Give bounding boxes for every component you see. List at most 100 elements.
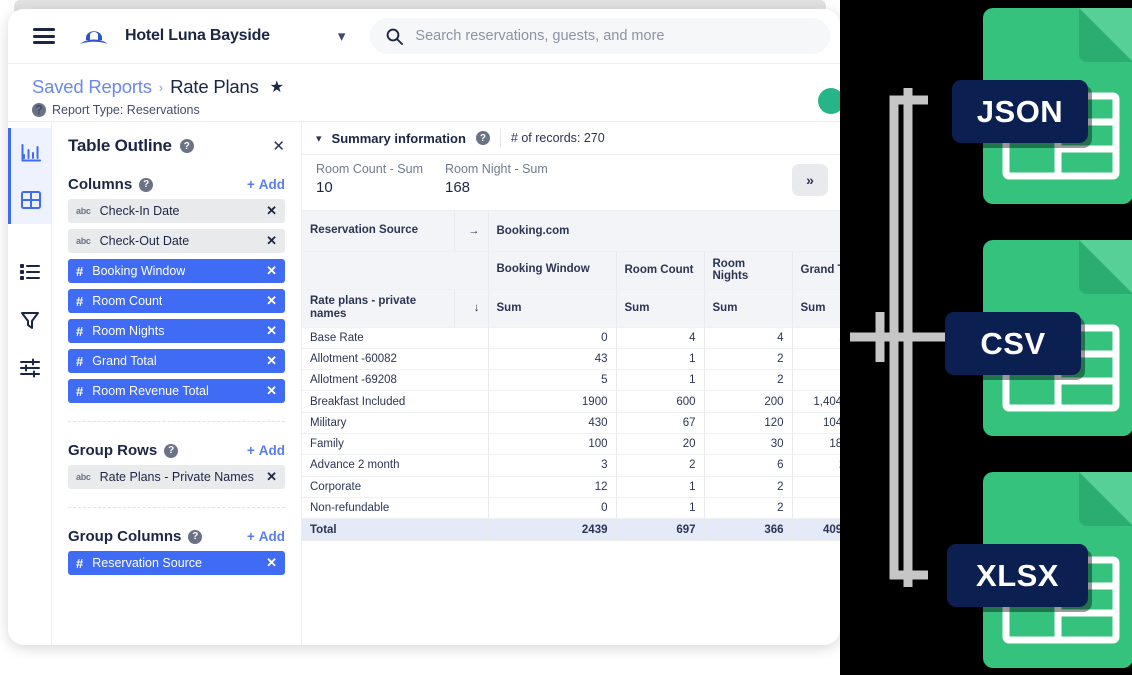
arrow-right-icon[interactable]: → (454, 211, 489, 252)
help-icon[interactable]: ? (139, 177, 154, 192)
cell-room-count: 1 (616, 348, 705, 371)
chip-type-tag: # (76, 353, 84, 369)
table-row[interactable]: Non-refundable 0 1 2 416.87 (302, 497, 840, 520)
column-chip-booking-window[interactable]: # Booking Window ✕ (68, 259, 285, 283)
app-header: Hotel Luna Bayside ▾ Search reservations… (8, 9, 840, 64)
table-outline-panel: Table Outline ? ✕ Columns ? + Add abc Ch… (52, 122, 302, 645)
table-row[interactable]: Family 100 20 30 18,559.71 (302, 433, 840, 456)
column-header-grand-total[interactable]: Grand Total (792, 251, 840, 290)
group-column-chip-reservation-source[interactable]: # Reservation Source ✕ (68, 551, 285, 575)
aggregate-header-row: Rate plans - private names ↓ Sum Sum Sum… (302, 289, 840, 328)
breadcrumb: Saved Reports › Rate Plans ★ ? Report Ty… (8, 64, 840, 122)
total-grand-total: 409,624.30 (792, 518, 840, 542)
chip-type-tag: # (76, 383, 84, 399)
cell-grand-total: 335.56 (792, 369, 840, 392)
chip-type-tag: abc (76, 236, 91, 246)
chip-label: Room Revenue Total (92, 384, 209, 398)
remove-icon[interactable]: ✕ (266, 353, 277, 369)
group-row-chip-rate-plans[interactable]: abc Rate Plans - Private Names ✕ (68, 465, 285, 489)
group-rows-section-header: Group Rows ? + Add (68, 442, 285, 459)
row-name: Advance 2 month (302, 454, 489, 477)
rail-item-list[interactable] (8, 248, 51, 296)
cell-booking-window: 43 (488, 348, 617, 371)
add-column-button[interactable]: + Add (247, 177, 285, 192)
column-chip-grand-total[interactable]: # Grand Total ✕ (68, 349, 285, 373)
help-icon[interactable]: ? (32, 103, 46, 117)
chevron-down-icon[interactable]: ▾ (338, 27, 346, 45)
help-icon[interactable]: ? (475, 131, 490, 145)
remove-icon[interactable]: ✕ (266, 263, 277, 279)
expand-panel-button[interactable]: » (792, 164, 828, 196)
chip-type-tag: abc (76, 472, 91, 482)
page-title: Rate Plans (170, 76, 259, 97)
table-row[interactable]: Base Rate 0 4 4 1219.20 (302, 327, 840, 349)
sliders-settings-icon (19, 358, 40, 378)
table-row[interactable]: Allotment -60082 43 1 2 349.58 (302, 348, 840, 371)
export-file-csv[interactable]: CSV (945, 240, 1132, 436)
format-label-text: JSON (976, 93, 1064, 129)
help-icon[interactable]: ? (164, 443, 179, 458)
rail-item-settings[interactable] (8, 344, 51, 392)
chip-label: Reservation Source (92, 556, 203, 570)
chevron-down-icon[interactable]: ▾ (316, 132, 322, 145)
table-row[interactable]: Military 430 67 120 104,971.24 (302, 412, 840, 434)
add-label: Add (258, 177, 285, 192)
group-column-value: Booking.com (488, 211, 840, 252)
table-row[interactable]: Corporate 12 1 2 915.20 (302, 476, 840, 498)
cell-room-count: 600 (616, 390, 705, 413)
remove-icon[interactable]: ✕ (266, 323, 277, 339)
column-chip-room-revenue-total[interactable]: # Room Revenue Total ✕ (68, 379, 285, 403)
row-name: Allotment -69208 (302, 369, 489, 392)
rail-item-table[interactable] (11, 176, 51, 224)
star-icon[interactable]: ★ (270, 77, 284, 97)
table-row[interactable]: Advance 2 month 3 2 6 2405.40 (302, 454, 840, 477)
cell-room-count: 20 (616, 433, 705, 456)
column-header-booking-window[interactable]: Booking Window (488, 251, 617, 290)
add-group-column-button[interactable]: + Add (247, 529, 285, 544)
help-icon[interactable]: ? (179, 139, 194, 153)
cell-grand-total: 18,559.71 (792, 433, 840, 456)
remove-icon[interactable]: ✕ (266, 555, 277, 571)
table-row[interactable]: Allotment -69208 5 1 2 335.56 (302, 369, 840, 392)
floating-action-button[interactable] (818, 88, 840, 114)
remove-icon[interactable]: ✕ (266, 233, 277, 249)
help-icon[interactable]: ? (188, 529, 203, 544)
column-chip-check-in-date[interactable]: abc Check-In Date ✕ (68, 199, 285, 223)
remove-icon[interactable]: ✕ (266, 203, 277, 219)
table-row[interactable]: Breakfast Included 1900 600 200 1,404,10… (302, 390, 840, 413)
report-table-area: ▾ Summary information ? # of records: 27… (302, 122, 840, 645)
cell-grand-total: 2405.40 (792, 454, 840, 477)
column-chip-room-nights[interactable]: # Room Nights ✕ (68, 319, 285, 343)
column-header-room-nights[interactable]: Room Nights (704, 251, 793, 290)
divider (68, 421, 285, 422)
format-label-badge: XLSX (947, 544, 1088, 607)
close-icon[interactable]: ✕ (272, 137, 285, 155)
breadcrumb-parent-link[interactable]: Saved Reports (32, 76, 152, 98)
breadcrumb-separator: › (158, 79, 164, 95)
rail-item-chart[interactable] (11, 128, 51, 176)
add-label: Add (258, 443, 285, 458)
search-input[interactable]: Search reservations, guests, and more (370, 18, 830, 54)
chip-type-tag: abc (76, 206, 91, 216)
columns-section-header: Columns ? + Add (68, 176, 285, 193)
export-file-json[interactable]: JSON (952, 8, 1132, 204)
remove-icon[interactable]: ✕ (266, 293, 277, 309)
chip-label: Grand Total (92, 354, 157, 368)
group-column-label: Reservation Source (302, 211, 455, 252)
column-chip-check-out-date[interactable]: abc Check-Out Date ✕ (68, 229, 285, 253)
hamburger-icon[interactable] (33, 28, 55, 44)
export-file-xlsx[interactable]: XLSX (947, 472, 1132, 668)
cell-booking-window: 1900 (488, 390, 617, 413)
rail-item-filter[interactable] (8, 296, 51, 344)
cell-room-count: 2 (616, 454, 705, 477)
add-group-row-button[interactable]: + Add (247, 443, 285, 458)
column-header-room-count[interactable]: Room Count (616, 251, 705, 290)
remove-icon[interactable]: ✕ (266, 383, 277, 399)
arrow-down-icon[interactable]: ↓ (454, 289, 489, 328)
column-header-blank (302, 251, 489, 290)
remove-icon[interactable]: ✕ (266, 469, 277, 485)
outline-title: Table Outline (68, 136, 172, 155)
screenshot-root: JSON CSV XLSX Hotel Luna Bayside ▾ Searc… (0, 0, 1132, 675)
column-chip-room-count[interactable]: # Room Count ✕ (68, 289, 285, 313)
cell-booking-window: 100 (488, 433, 617, 456)
